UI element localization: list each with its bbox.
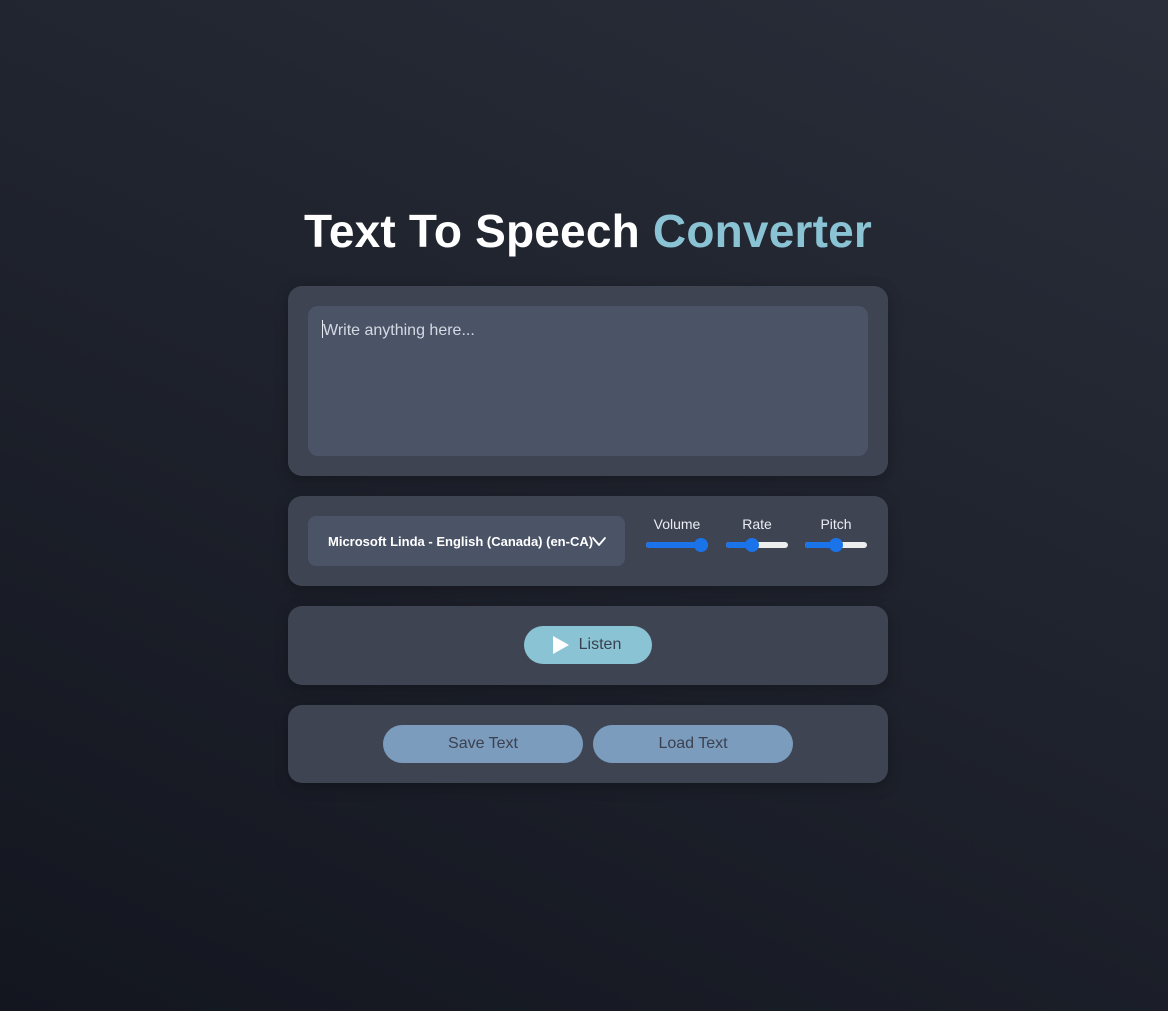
volume-slider-thumb[interactable] <box>694 538 708 552</box>
listen-panel: Listen <box>288 606 888 685</box>
controls-panel: Microsoft Linda - English (Canada) (en-C… <box>288 496 888 586</box>
volume-control: Volume <box>645 516 709 552</box>
rate-slider-thumb[interactable] <box>745 538 760 552</box>
text-input[interactable]: Write anything here... <box>308 306 868 456</box>
save-text-label: Save Text <box>448 735 518 752</box>
voice-select[interactable]: Microsoft Linda - English (Canada) (en-C… <box>308 516 625 566</box>
chevron-down-icon <box>592 537 606 546</box>
volume-slider[interactable] <box>646 538 708 552</box>
listen-button-label: Listen <box>578 636 622 653</box>
load-text-button[interactable]: Load Text <box>593 725 793 763</box>
rate-slider[interactable] <box>726 538 788 552</box>
pitch-label: Pitch <box>820 516 852 532</box>
save-load-panel: Save Text Load Text <box>288 705 888 783</box>
load-text-label: Load Text <box>658 735 728 752</box>
text-placeholder: Write anything here... <box>323 322 475 339</box>
volume-slider-fill <box>646 542 701 548</box>
play-icon <box>552 636 569 654</box>
title-main: Text To Speech <box>303 205 653 257</box>
save-text-button[interactable]: Save Text <box>383 725 583 763</box>
voice-select-value: Microsoft Linda - English (Canada) (en-C… <box>328 533 594 549</box>
title-accent: Converter <box>652 205 872 257</box>
text-panel: Write anything here... <box>288 286 888 476</box>
pitch-slider[interactable] <box>805 538 867 552</box>
pitch-slider-thumb[interactable] <box>829 538 843 552</box>
rate-label: Rate <box>742 516 772 532</box>
volume-label: Volume <box>653 516 701 532</box>
page-title: Text To Speech Converter <box>0 203 1168 259</box>
listen-button[interactable]: Listen <box>524 626 652 664</box>
rate-control: Rate <box>725 516 789 552</box>
pitch-control: Pitch <box>804 516 868 552</box>
